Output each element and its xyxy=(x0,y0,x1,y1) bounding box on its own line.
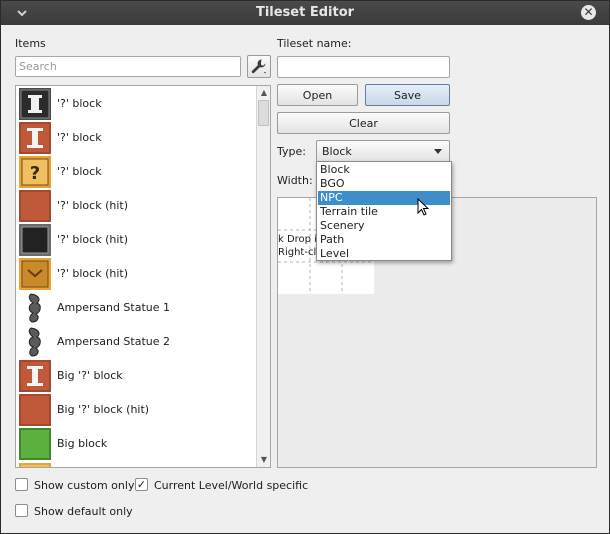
item-name: '?' block (hit) xyxy=(57,199,128,212)
list-item[interactable]: '?' block xyxy=(16,121,256,155)
clear-button[interactable]: Clear xyxy=(277,112,450,134)
list-item[interactable]: ? '?' block xyxy=(16,155,256,189)
item-name: '?' block xyxy=(57,165,102,178)
items-label: Items xyxy=(15,37,46,50)
list-item[interactable]: Ampersand Statue 2 xyxy=(16,325,256,359)
scroll-up-icon[interactable]: ▲ xyxy=(257,86,270,100)
tileset-name-input[interactable] xyxy=(277,56,450,78)
item-name: '?' block (hit) xyxy=(57,267,128,280)
current-level-world-specific-box[interactable]: ✓ xyxy=(135,478,148,491)
type-combobox-value: Block xyxy=(322,145,352,158)
used-block-yellow-icon xyxy=(19,258,51,290)
type-label: Type: xyxy=(277,145,306,158)
current-level-world-specific-label: Current Level/World specific xyxy=(154,479,309,492)
list-item[interactable]: Big '?' block (hit) xyxy=(16,393,256,427)
type-option[interactable]: Block xyxy=(318,163,450,177)
ampersand-statue-icon xyxy=(19,292,51,324)
question-block-brown-icon xyxy=(19,122,51,154)
item-name: Big '?' block xyxy=(57,369,123,382)
item-name: Big '?' block (hit) xyxy=(57,403,150,416)
window-menu-icon[interactable] xyxy=(15,1,29,25)
type-option[interactable]: Path xyxy=(318,233,450,247)
item-name: '?' block xyxy=(57,131,102,144)
big-question-block-icon xyxy=(19,360,51,392)
list-item[interactable]: '?' block (hit) xyxy=(16,189,256,223)
next-item-icon xyxy=(19,461,51,467)
question-block-gray-icon xyxy=(19,88,51,120)
list-item[interactable]: Big block xyxy=(16,427,256,461)
type-option[interactable]: BGO xyxy=(318,177,450,191)
used-block-gray-icon xyxy=(19,224,51,256)
search-options-button[interactable] xyxy=(247,55,271,78)
list-item[interactable]: Big '?' block xyxy=(16,359,256,393)
items-list[interactable]: '?' block '?' block? '?' block '?' block (h… xyxy=(15,85,271,468)
type-dropdown-popup: Block BGO NPC Terrain tile Scenery Path Level xyxy=(316,161,452,261)
save-button[interactable]: Save xyxy=(365,84,450,106)
search-input[interactable] xyxy=(15,56,241,77)
show-custom-only-box[interactable] xyxy=(15,478,28,491)
wrench-icon xyxy=(248,59,270,80)
title-bar[interactable]: Tileset Editor ✕ xyxy=(1,1,609,25)
width-label: Width: xyxy=(277,174,313,187)
item-name: Big block xyxy=(57,437,108,450)
item-name: Ampersand Statue 2 xyxy=(57,335,171,348)
question-block-yellow-icon: ? xyxy=(19,156,51,188)
open-button[interactable]: Open xyxy=(277,84,358,106)
close-icon[interactable]: ✕ xyxy=(581,5,596,20)
show-custom-only-label: Show custom only xyxy=(34,479,135,492)
type-option[interactable]: Scenery xyxy=(318,219,450,233)
list-item[interactable]: '?' block (hit) xyxy=(16,257,256,291)
window-title: Tileset Editor xyxy=(255,5,355,20)
type-option[interactable]: Level xyxy=(318,247,450,261)
scroll-down-icon[interactable]: ▼ xyxy=(257,453,270,467)
item-name: '?' block xyxy=(57,97,102,110)
tileset-name-label: Tileset name: xyxy=(277,37,352,50)
used-block-brown-icon xyxy=(19,190,51,222)
show-default-only-label: Show default only xyxy=(34,505,133,518)
item-name: '?' block (hit) xyxy=(57,233,128,246)
type-combobox[interactable]: Block xyxy=(316,140,450,163)
show-default-only-box[interactable] xyxy=(15,504,28,517)
items-scrollbar[interactable]: ▲ ▼ xyxy=(256,86,270,467)
list-item[interactable]: '?' block xyxy=(16,87,256,121)
item-name: Ampersand Statue 1 xyxy=(57,301,171,314)
mouse-pointer-icon xyxy=(417,198,430,216)
chevron-down-icon xyxy=(434,149,442,154)
preview-hint-line1: k Drop it xyxy=(278,234,321,245)
list-item[interactable]: '?' block (hit) xyxy=(16,223,256,257)
tileset-editor-window: Tileset Editor ✕ Items '?' block '?' bloc… xyxy=(0,0,610,534)
ampersand-statue-icon xyxy=(19,326,51,358)
big-used-block-icon xyxy=(19,394,51,426)
svg-text:?: ? xyxy=(30,163,40,184)
scrollbar-thumb[interactable] xyxy=(258,100,269,126)
list-item[interactable]: Ampersand Statue 1 xyxy=(16,291,256,325)
big-green-block-icon xyxy=(19,428,51,460)
